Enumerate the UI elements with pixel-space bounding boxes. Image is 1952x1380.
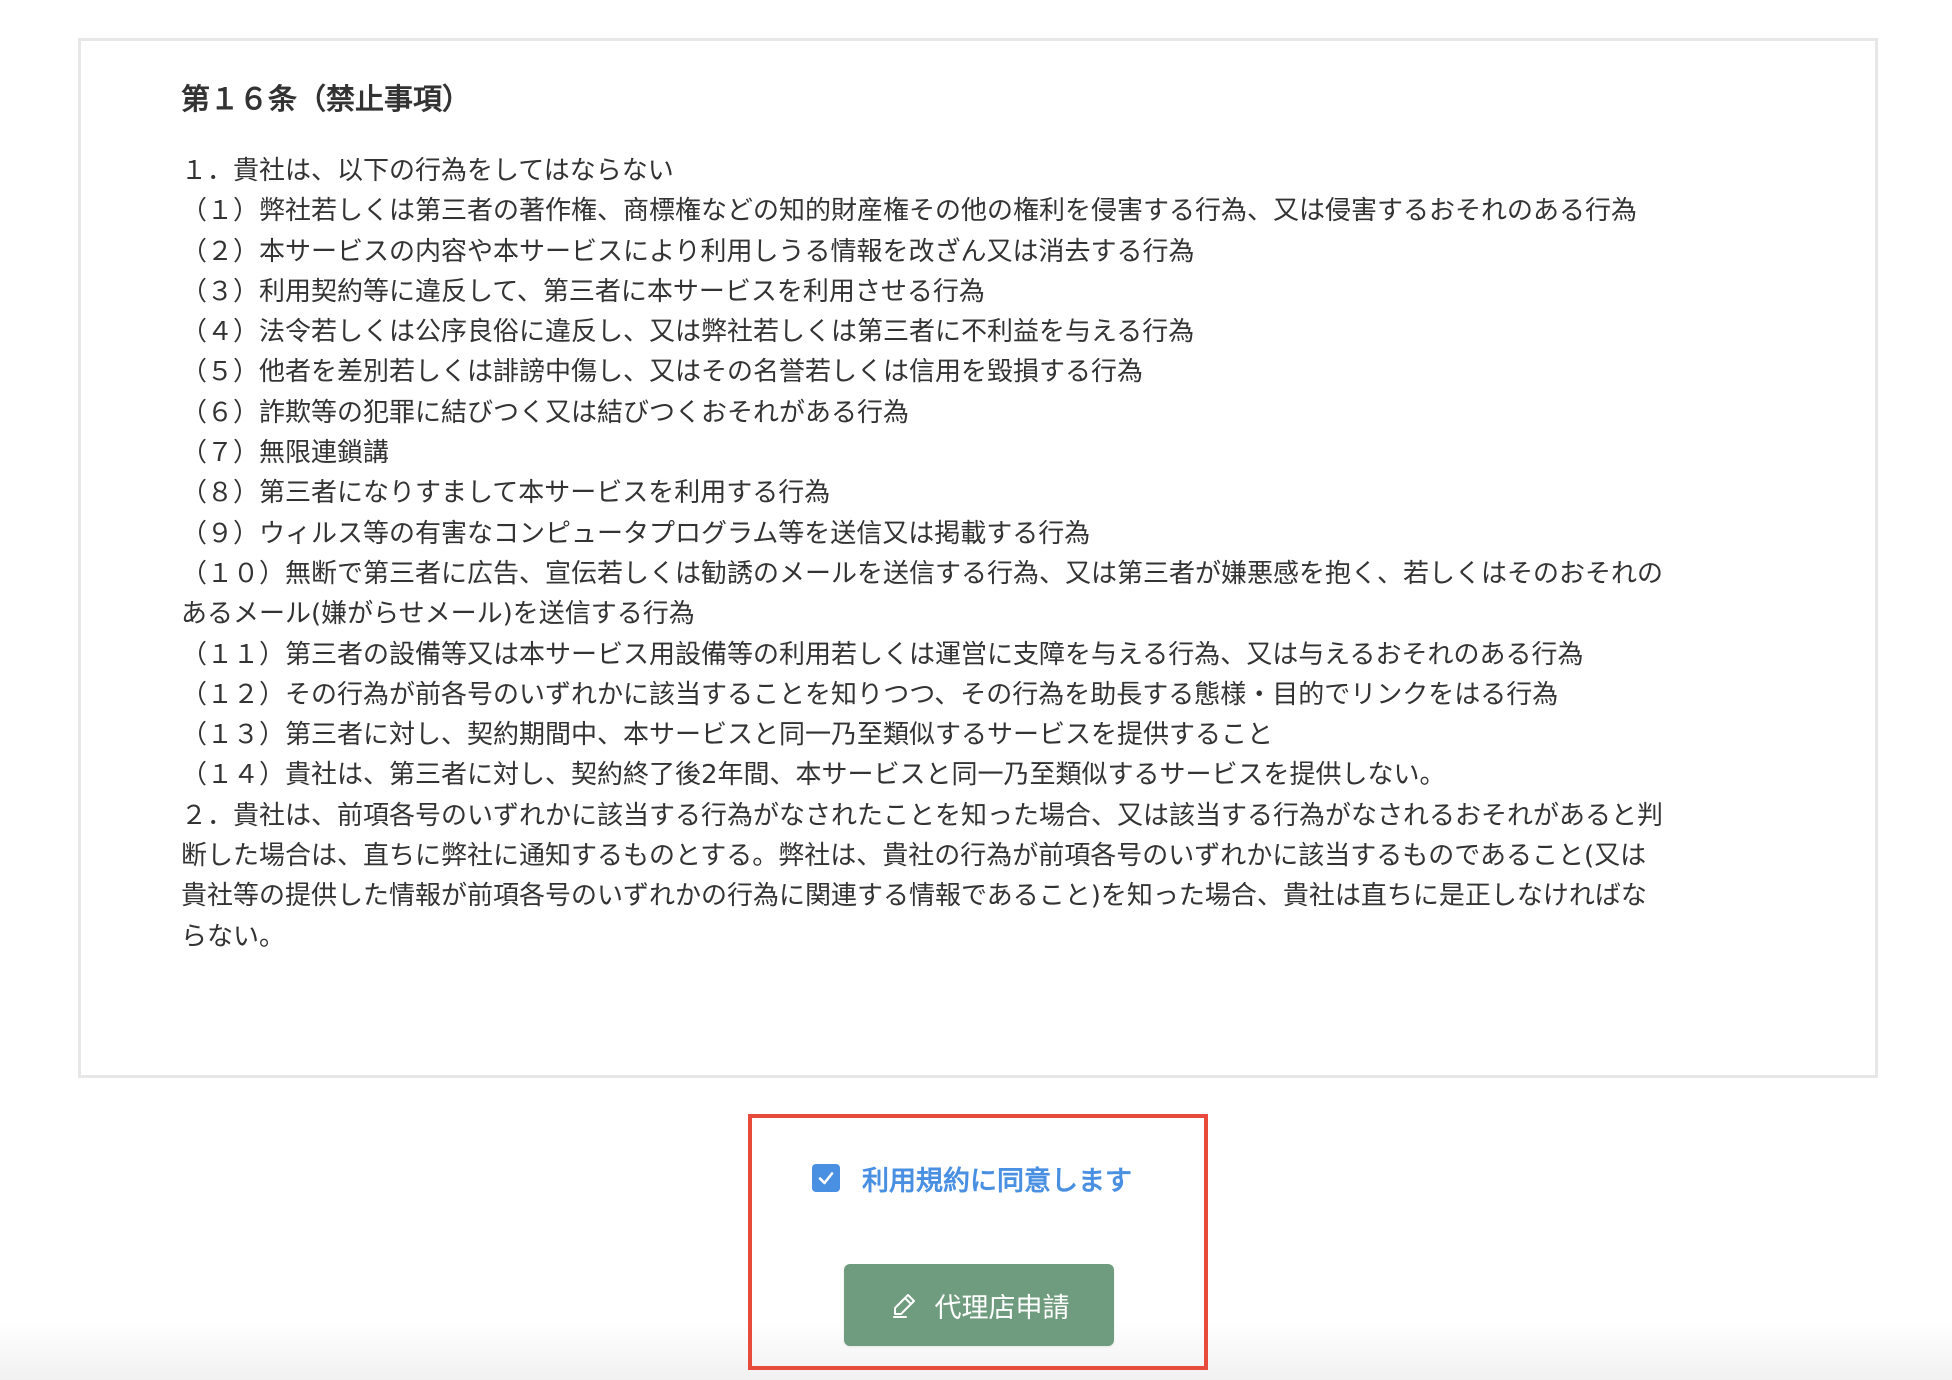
checkmark-icon <box>818 1172 834 1185</box>
terms-line: あるメール(嫌がらせメール)を送信する行為 <box>181 599 695 630</box>
agency-application-button[interactable]: 代理店申請 <box>844 1264 1114 1346</box>
terms-line: （９）ウィルス等の有害なコンピュータプログラム等を送信又は掲載する行為 <box>181 518 1091 549</box>
terms-line: （１０）無断で第三者に広告、宣伝若しくは勧誘のメールを送信する行為、又は第三者が… <box>181 558 1664 589</box>
terms-line: （８）第三者になりすまして本サービスを利用する行為 <box>181 478 831 509</box>
terms-line: （１１）第三者の設備等又は本サービス用設備等の利用若しくは運営に支障を与える行為… <box>181 639 1584 670</box>
terms-line: （２）本サービスの内容や本サービスにより利用しうる情報を改ざん又は消去する行為 <box>181 236 1195 267</box>
terms-line: （６）詐欺等の犯罪に結びつく又は結びつくおそれがある行為 <box>181 397 910 428</box>
terms-title: 第１６条（禁止事項） <box>181 82 472 116</box>
terms-line: （５）他者を差別若しくは誹謗中傷し、又はその名誉若しくは信用を毀損する行為 <box>181 357 1144 388</box>
terms-line: （１２）その行為が前各号のいずれかに該当することを知りつつ、その行為を助長する態… <box>181 679 1559 710</box>
terms-line: （３）利用契約等に違反して、第三者に本サービスを利用させる行為 <box>181 276 985 307</box>
agree-checkbox-row[interactable]: 利用規約に同意します <box>812 1158 1132 1198</box>
agree-label[interactable]: 利用規約に同意します <box>862 1159 1132 1198</box>
terms-line: １．貴社は、以下の行為をしてはならない <box>181 156 674 186</box>
terms-line: ２．貴社は、前項各号のいずれかに該当する行為がなされたことを知った場合、又は該当… <box>181 800 1664 831</box>
terms-body: １．貴社は、以下の行為をしてはならない （１）弊社若しくは第三者の著作権、商標権… <box>181 151 1791 957</box>
pen-icon <box>889 1290 919 1320</box>
agency-application-label[interactable]: 代理店申請 <box>935 1286 1070 1325</box>
terms-line: （１）弊社若しくは第三者の著作権、商標権などの知的財産権その他の権利を侵害する行… <box>181 196 1638 227</box>
terms-line: 断した場合は、直ちに弊社に通知するものとする。弊社は、貴社の行為が前項各号のいず… <box>181 841 1647 872</box>
terms-line: （１４）貴社は、第三者に対し、契約終了後2年間、本サービスと同一乃至類似するサー… <box>181 760 1446 791</box>
terms-line: 貴社等の提供した情報が前項各号のいずれかの行為に関連する情報であること)を知った… <box>181 881 1647 912</box>
terms-line: （７）無限連鎖講 <box>181 438 390 469</box>
terms-line: （４）法令若しくは公序良俗に違反し、又は弊社若しくは第三者に不利益を与える行為 <box>181 317 1195 348</box>
terms-content: 第１６条（禁止事項） １．貴社は、以下の行為をしてはならない （１）弊社若しくは… <box>181 77 1791 957</box>
agree-checkbox[interactable] <box>812 1164 840 1192</box>
terms-line: らない。 <box>181 921 286 952</box>
terms-box: 第１６条（禁止事項） １．貴社は、以下の行為をしてはならない （１）弊社若しくは… <box>78 38 1878 1078</box>
terms-line: （１３）第三者に対し、契約期間中、本サービスと同一乃至類似するサービスを提供する… <box>181 720 1274 751</box>
page: 第１６条（禁止事項） １．貴社は、以下の行為をしてはならない （１）弊社若しくは… <box>0 0 1952 1380</box>
